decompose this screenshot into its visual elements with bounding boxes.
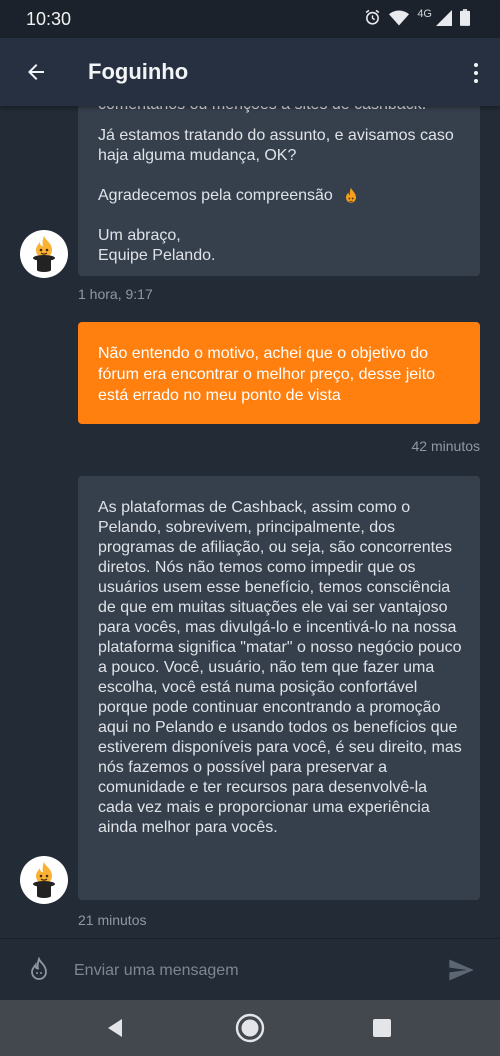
battery-icon bbox=[460, 9, 470, 26]
message-text: Não entendo o motivo, achei que o objeti… bbox=[98, 345, 436, 404]
message-paragraph: Um abraço, Equipe Pelando. bbox=[98, 227, 216, 264]
message-input[interactable] bbox=[72, 955, 426, 987]
arrow-left-icon bbox=[28, 64, 44, 80]
wifi-icon bbox=[389, 10, 410, 25]
outgoing-message[interactable]: Não entendo o motivo, achei que o objeti… bbox=[78, 322, 480, 424]
network-type: 4G bbox=[417, 7, 432, 20]
more-vert-icon-dot bbox=[474, 79, 478, 83]
conversation-title: Foguinho bbox=[88, 59, 189, 84]
status-time: 10:30 bbox=[26, 9, 72, 29]
status-icons: 4G bbox=[364, 7, 470, 26]
message-time: 42 minutos bbox=[411, 438, 480, 454]
flame-emoji-icon bbox=[345, 187, 356, 203]
nav-recents-icon[interactable] bbox=[373, 1019, 391, 1037]
flame-outline-icon[interactable] bbox=[26, 957, 52, 983]
foguinho-mascot-icon bbox=[33, 862, 55, 898]
message-text-partial: comentários ou menções a sites de cashba… bbox=[98, 106, 462, 126]
nav-home-icon[interactable] bbox=[234, 1012, 266, 1044]
more-vert-icon-dot bbox=[474, 63, 478, 67]
message-composer bbox=[0, 938, 500, 1001]
app-bar: Foguinho bbox=[0, 38, 500, 106]
incoming-message[interactable]: comentários ou menções a sites de cashba… bbox=[78, 106, 480, 276]
incoming-message[interactable]: As plataformas de Cashback, assim como o… bbox=[78, 476, 480, 900]
message-text: As plataformas de Cashback, assim como o… bbox=[98, 499, 462, 836]
sender-avatar[interactable] bbox=[20, 230, 68, 278]
signal-icon bbox=[436, 9, 452, 26]
sender-avatar[interactable] bbox=[20, 856, 68, 904]
chat-screen: 10:30 4G Foguinho Já estamos tratando do… bbox=[0, 0, 500, 1056]
message-paragraph: Já estamos tratando do assunto, e avisam… bbox=[98, 127, 454, 164]
more-options-button[interactable] bbox=[466, 56, 486, 90]
more-vert-icon-dot bbox=[474, 71, 478, 75]
back-button[interactable] bbox=[18, 54, 54, 90]
foguinho-mascot-icon bbox=[33, 236, 55, 272]
message-paragraph: Agradecemos pela compreensão bbox=[98, 186, 462, 206]
send-icon[interactable] bbox=[446, 956, 476, 984]
message-time: 1 hora, 9:17 bbox=[78, 286, 153, 302]
alarm-icon bbox=[365, 9, 380, 25]
message-time: 21 minutos bbox=[78, 912, 147, 928]
message-list[interactable]: comentários ou menções a sites de cashba… bbox=[0, 106, 500, 938]
status-bar: 10:30 4G bbox=[0, 0, 500, 38]
system-nav-bar bbox=[0, 1000, 500, 1056]
nav-back-icon[interactable] bbox=[104, 1017, 126, 1039]
